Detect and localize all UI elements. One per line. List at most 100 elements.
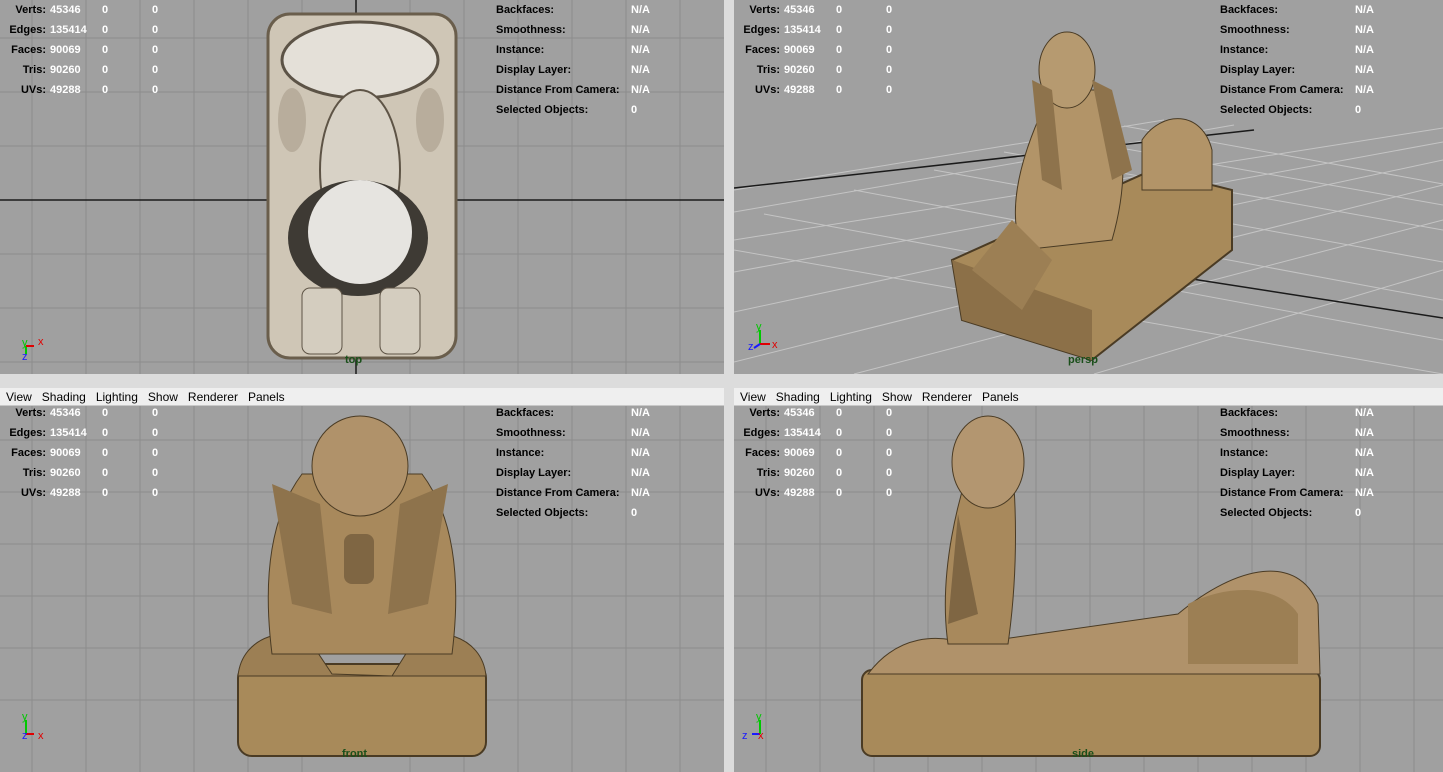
info-label: Selected Objects: [1220,104,1313,116]
stat-value-extra-uvs: 0 [886,487,893,499]
stat-value-selected-uvs: 0 [102,487,109,499]
menu-lighting[interactable]: Lighting [830,390,872,404]
stat-value-faces: 90069 [50,447,81,459]
info-label: Instance: [1220,447,1269,459]
stat-value-extra-uvs: 0 [152,487,159,499]
axis-x-label: x [758,730,764,742]
menu-renderer[interactable]: Renderer [922,390,972,404]
stat-value-uvs: 49288 [784,84,815,96]
stat-label-tris: Tris: [22,64,46,76]
info-label: Backfaces: [496,407,555,419]
info-label: Display Layer: [496,467,572,479]
stat-value-selected-tris: 0 [836,64,843,76]
sphinx-model-persp[interactable] [942,20,1242,365]
stats-panel-top: Verts: 45346 0 0 Edges: 135414 0 0 Faces: 90069 0 0… [0,0,172,100]
menu-panels[interactable]: Panels [982,390,1019,404]
menu-view[interactable]: View [6,390,32,404]
stat-value-tris: 90260 [50,467,81,479]
info-label: Display Layer: [496,64,572,76]
info-value: N/A [631,447,650,459]
stat-value-selected-faces: 0 [102,44,109,56]
stat-value-edges: 135414 [50,24,87,36]
stat-label-tris: Tris: [756,467,780,479]
menu-lighting[interactable]: Lighting [96,390,138,404]
stat-value-extra-verts: 0 [886,4,893,16]
stat-value-selected-verts: 0 [102,407,109,419]
info-value: N/A [631,44,650,56]
axis-gizmo-front: y x z [22,711,44,742]
stat-value-selected-uvs: 0 [102,84,109,96]
info-panel-front: Backfaces: N/A Smoothness: N/A Instance: N/A D… [496,403,661,523]
stat-value-extra-tris: 0 [886,64,893,76]
menu-shading[interactable]: Shading [42,390,86,404]
stat-value-extra-faces: 0 [152,447,159,459]
info-label: Instance: [1220,44,1269,56]
menu-show[interactable]: Show [148,390,178,404]
stat-value-edges: 135414 [50,427,87,439]
stat-label-verts: Verts: [15,4,46,16]
info-label: Display Layer: [1220,467,1296,479]
info-value: N/A [631,487,650,499]
stat-label-faces: Faces: [11,44,46,56]
stat-value-uvs: 49288 [50,84,81,96]
stat-value-selected-verts: 0 [836,4,843,16]
camera-label-front: front [342,748,368,760]
viewport-persp[interactable]: Verts: 45346 0 0 Edges: 135414 0 0 Faces: 90069 0 0… [734,0,1443,374]
info-value: N/A [631,24,650,36]
viewport-top[interactable]: Verts: 45346 0 0 Edges: 135414 0 0 Faces: 90069 0 0… [0,0,724,374]
viewport-side[interactable]: View Shading Lighting Show Renderer Panels Ve… [734,388,1443,772]
menu-shading[interactable]: Shading [776,390,820,404]
stat-value-extra-faces: 0 [152,44,159,56]
info-label: Distance From Camera: [496,487,620,499]
info-label: Selected Objects: [496,104,589,116]
stat-value-uvs: 49288 [50,487,81,499]
axis-x-label: x [38,730,44,742]
info-value: N/A [1355,487,1374,499]
stat-value-selected-edges: 0 [102,427,109,439]
viewport-front[interactable]: View Shading Lighting Show Renderer Panels Ve… [0,388,724,772]
stat-label-faces: Faces: [745,447,780,459]
menu-show[interactable]: Show [882,390,912,404]
info-value: N/A [1355,447,1374,459]
stat-value-extra-edges: 0 [886,24,893,36]
sphinx-model-top[interactable] [262,10,462,362]
axis-gizmo-top: y x z [22,336,44,363]
stat-value-selected-verts: 0 [836,407,843,419]
stats-panel-front: Verts: 45346 0 0 Edges: 135414 0 0 Faces: 90069 0 0… [0,403,172,503]
stat-value-extra-tris: 0 [886,467,893,479]
info-value: N/A [1355,427,1374,439]
stat-value-verts: 45346 [50,407,81,419]
stat-label-faces: Faces: [745,44,780,56]
stat-value-verts: 45346 [50,4,81,16]
stat-value-extra-verts: 0 [886,407,893,419]
info-value: N/A [1355,467,1374,479]
info-value: N/A [631,407,650,419]
axis-gizmo-side: y z x [742,711,764,742]
axis-x-label: x [38,336,44,348]
sphinx-model-front[interactable] [232,414,492,758]
stat-value-tris: 90260 [784,467,815,479]
info-value: 0 [631,507,638,519]
info-label: Distance From Camera: [1220,84,1344,96]
stats-panel-persp: Verts: 45346 0 0 Edges: 135414 0 0 Faces: 90069 0 0… [734,0,906,100]
info-label: Selected Objects: [1220,507,1313,519]
menu-panels[interactable]: Panels [248,390,285,404]
stat-value-extra-tris: 0 [152,64,159,76]
menu-renderer[interactable]: Renderer [188,390,238,404]
info-value: 0 [631,104,638,116]
stat-value-extra-edges: 0 [152,24,159,36]
stats-panel-side: Verts: 45346 0 0 Edges: 135414 0 0 Faces: 90069 0 0… [734,403,906,503]
stat-value-selected-faces: 0 [102,447,109,459]
stat-label-uvs: UVs: [20,487,46,499]
stat-value-faces: 90069 [784,44,815,56]
info-value: N/A [631,467,650,479]
info-panel-top: Backfaces: N/A Smoothness: N/A Instance: N/A D… [496,0,661,120]
info-value: N/A [631,64,650,76]
stat-value-selected-tris: 0 [102,64,109,76]
stat-value-extra-uvs: 0 [152,84,159,96]
viewport-divider-horizontal[interactable] [0,374,1443,388]
axis-y-label: y [756,321,762,333]
info-value: N/A [1355,64,1374,76]
menu-view[interactable]: View [740,390,766,404]
info-label: Selected Objects: [496,507,589,519]
